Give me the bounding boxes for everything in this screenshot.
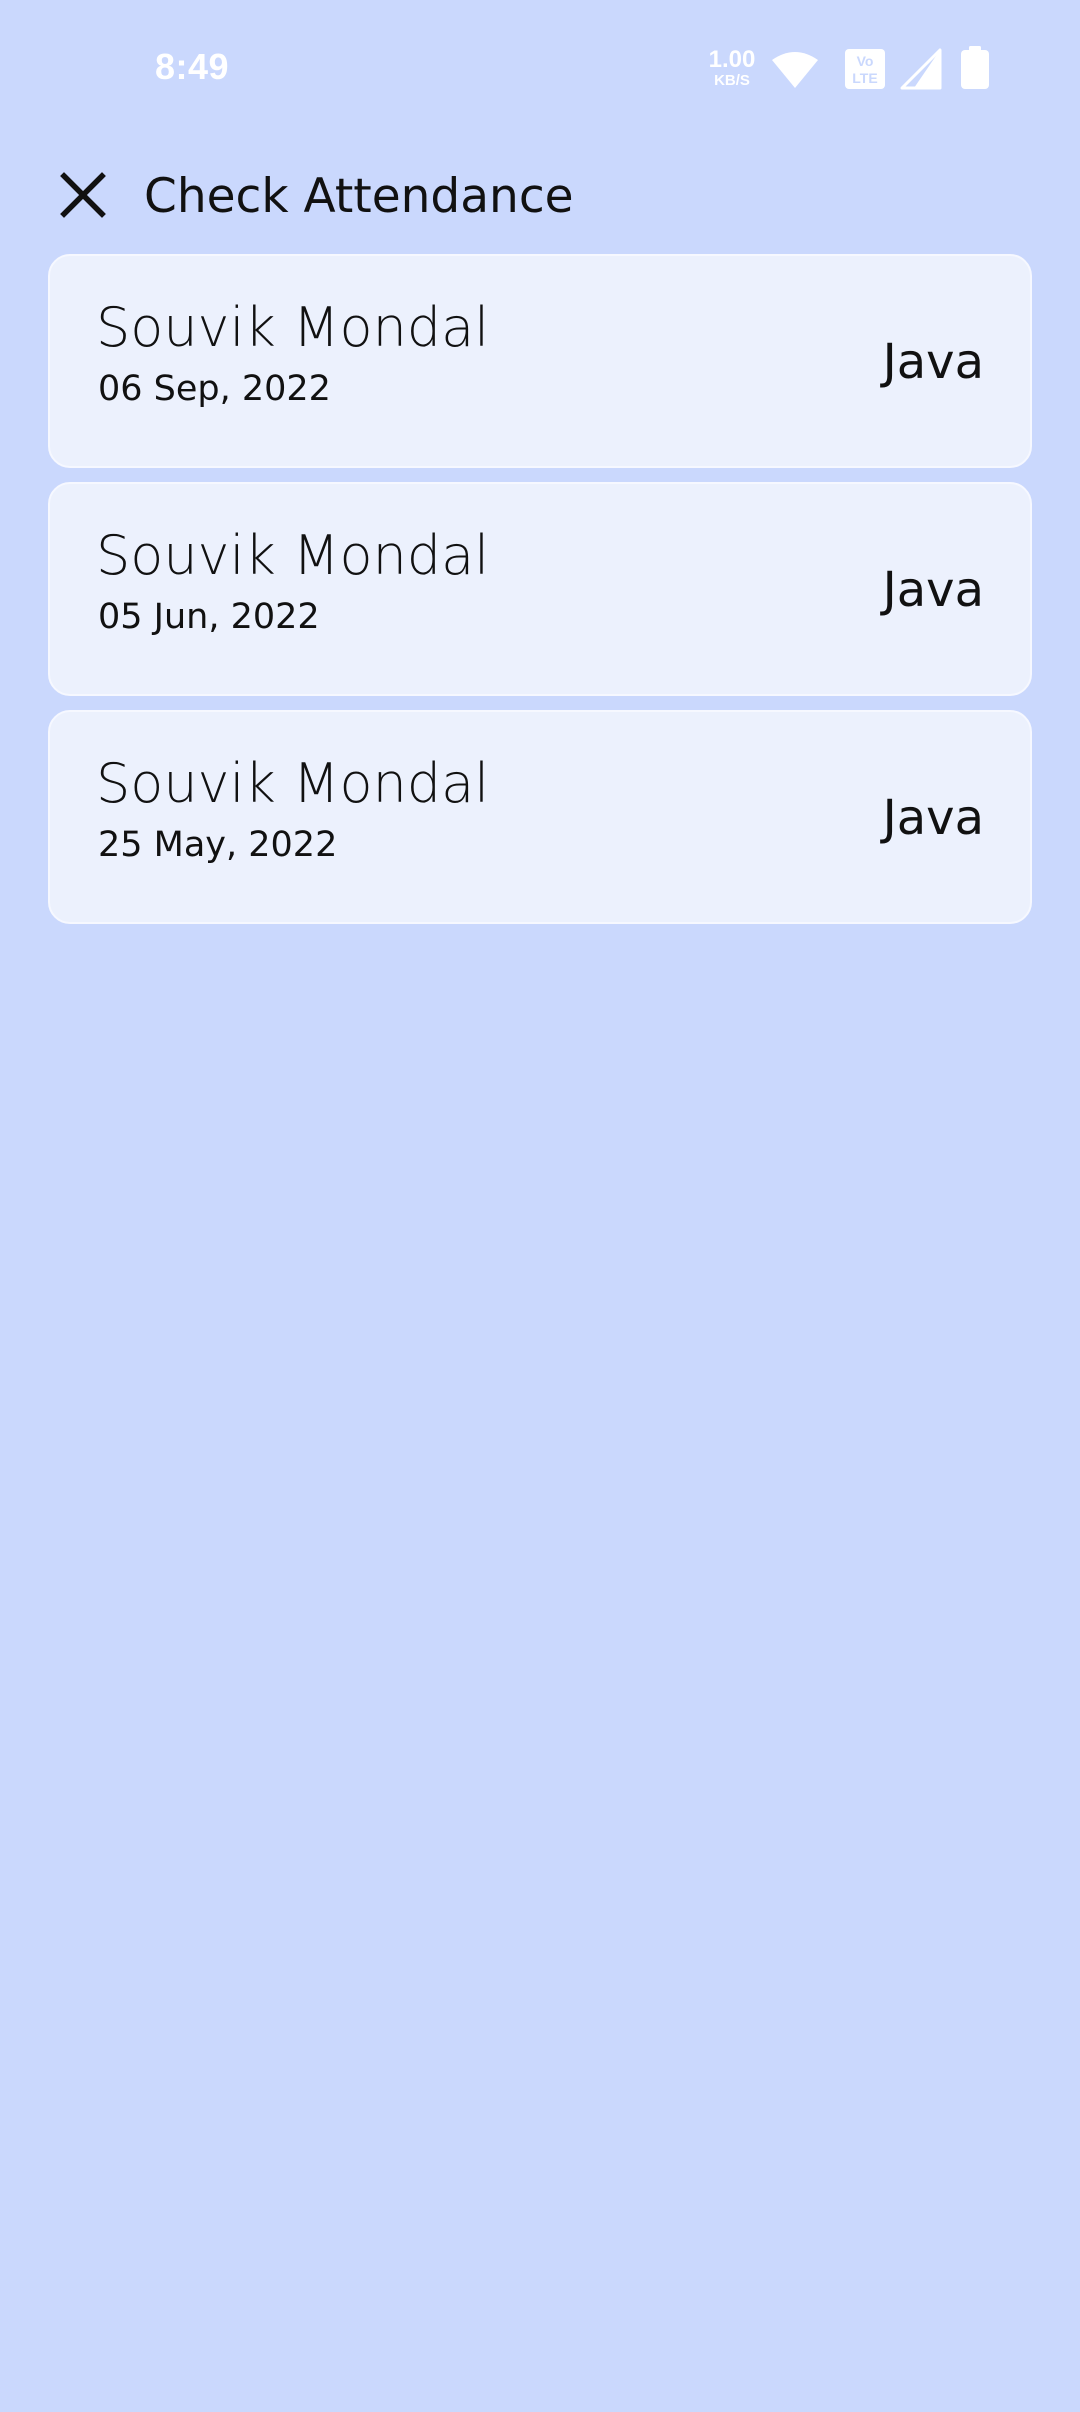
student-name: Souvik Mondal <box>96 524 490 587</box>
close-button[interactable] <box>50 164 116 230</box>
svg-text:Vo: Vo <box>857 53 874 69</box>
subject-label: Java <box>882 790 984 846</box>
app-header: Check Attendance <box>0 150 1080 240</box>
attendance-list: Souvik Mondal 06 Sep, 2022 Java Souvik M… <box>48 254 1032 938</box>
page-title: Check Attendance <box>144 169 574 224</box>
attendance-card[interactable]: Souvik Mondal 06 Sep, 2022 Java <box>48 254 1032 468</box>
subject-label: Java <box>882 562 984 618</box>
student-name: Souvik Mondal <box>96 296 490 359</box>
attendance-card[interactable]: Souvik Mondal 05 Jun, 2022 Java <box>48 482 1032 696</box>
attendance-date: 25 May, 2022 <box>98 825 338 865</box>
status-time: 8:49 <box>155 46 230 87</box>
attendance-card[interactable]: Souvik Mondal 25 May, 2022 Java <box>48 710 1032 924</box>
wifi-icon <box>770 50 820 94</box>
close-icon <box>59 171 107 223</box>
battery-icon <box>960 46 990 94</box>
attendance-date: 05 Jun, 2022 <box>98 597 320 637</box>
status-bar: 8:49 1.00 KB/S Vo LTE <box>0 0 1080 130</box>
attendance-date: 06 Sep, 2022 <box>98 369 331 409</box>
signal-icon <box>900 48 942 94</box>
network-speed-unit: KB/S <box>714 72 750 89</box>
network-speed: 1.00 KB/S <box>706 46 758 89</box>
svg-text:LTE: LTE <box>852 70 877 86</box>
student-name: Souvik Mondal <box>96 752 490 815</box>
volte-icon: Vo LTE <box>844 48 886 94</box>
network-speed-value: 1.00 <box>708 46 756 73</box>
subject-label: Java <box>882 334 984 390</box>
